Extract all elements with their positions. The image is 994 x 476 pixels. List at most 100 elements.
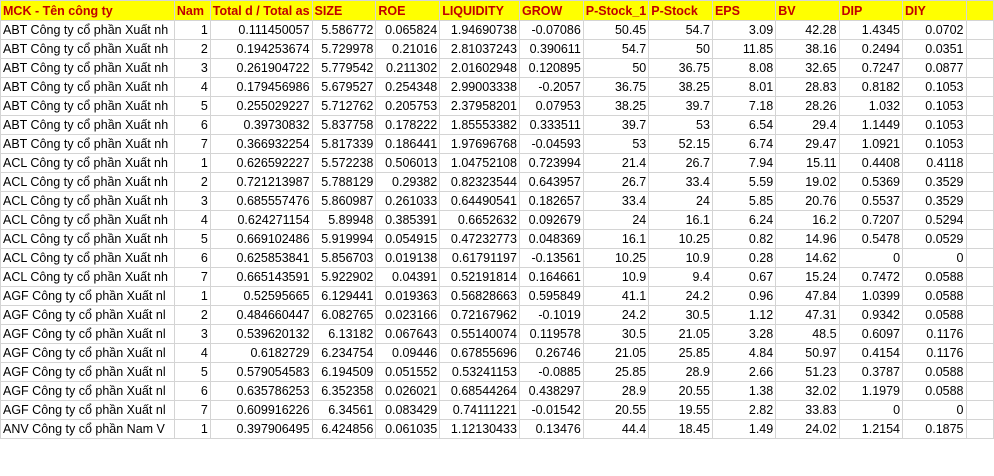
cell-total-debt-ratio[interactable]: 0.635786253 bbox=[209, 381, 313, 401]
column-header-extra[interactable] bbox=[965, 0, 994, 21]
cell-liquidity[interactable]: 0.55140074 bbox=[439, 324, 520, 344]
cell-grow[interactable]: 0.26746 bbox=[518, 343, 584, 363]
cell-nam[interactable]: 5 bbox=[173, 96, 211, 116]
cell-total-debt-ratio[interactable]: 0.625853841 bbox=[209, 248, 313, 268]
cell-eps[interactable]: 2.82 bbox=[711, 400, 777, 420]
cell-nam[interactable]: 3 bbox=[173, 324, 211, 344]
cell-eps[interactable]: 4.84 bbox=[711, 343, 777, 363]
cell-mck-company[interactable]: AGF Công ty cổ phần Xuất nl bbox=[0, 381, 175, 401]
column-header-bv[interactable]: BV bbox=[775, 0, 840, 21]
cell-dip[interactable]: 0.6097 bbox=[838, 324, 904, 344]
cell-eps[interactable]: 0.67 bbox=[711, 267, 777, 287]
cell-size[interactable]: 5.679527 bbox=[311, 77, 377, 97]
cell-grow[interactable]: 0.333511 bbox=[518, 115, 584, 135]
cell-extra[interactable] bbox=[965, 39, 994, 59]
cell-extra[interactable] bbox=[965, 343, 994, 363]
cell-nam[interactable]: 7 bbox=[173, 267, 211, 287]
cell-nam[interactable]: 4 bbox=[173, 343, 211, 363]
cell-grow[interactable]: -0.2057 bbox=[518, 77, 584, 97]
cell-p-stock-1[interactable]: 26.7 bbox=[582, 172, 650, 192]
cell-dip[interactable]: 1.2154 bbox=[838, 419, 904, 439]
cell-total-debt-ratio[interactable]: 0.669102486 bbox=[209, 229, 313, 249]
cell-p-stock[interactable]: 50 bbox=[648, 39, 713, 59]
cell-mck-company[interactable]: AGF Công ty cổ phần Xuất nl bbox=[0, 400, 175, 420]
cell-p-stock-1[interactable]: 50.45 bbox=[582, 20, 650, 40]
cell-grow[interactable]: -0.13561 bbox=[518, 248, 584, 268]
cell-p-stock-1[interactable]: 10.9 bbox=[582, 267, 650, 287]
cell-nam[interactable]: 4 bbox=[173, 77, 211, 97]
cell-total-debt-ratio[interactable]: 0.255029227 bbox=[209, 96, 313, 116]
cell-roe[interactable]: 0.019138 bbox=[375, 248, 441, 268]
cell-p-stock[interactable]: 28.9 bbox=[648, 362, 713, 382]
cell-dip[interactable]: 0.3787 bbox=[838, 362, 904, 382]
cell-liquidity[interactable]: 2.01602948 bbox=[439, 58, 520, 78]
cell-dip[interactable]: 0.9342 bbox=[838, 305, 904, 325]
cell-grow[interactable]: 0.119578 bbox=[518, 324, 584, 344]
cell-liquidity[interactable]: 0.82323544 bbox=[439, 172, 520, 192]
cell-liquidity[interactable]: 2.99003338 bbox=[439, 77, 520, 97]
cell-total-debt-ratio[interactable]: 0.579054583 bbox=[209, 362, 313, 382]
cell-extra[interactable] bbox=[965, 229, 994, 249]
cell-bv[interactable]: 14.96 bbox=[775, 229, 840, 249]
cell-extra[interactable] bbox=[965, 134, 994, 154]
cell-p-stock[interactable]: 26.7 bbox=[648, 153, 713, 173]
cell-nam[interactable]: 6 bbox=[173, 115, 211, 135]
cell-liquidity[interactable]: 0.56828663 bbox=[439, 286, 520, 306]
cell-nam[interactable]: 5 bbox=[173, 229, 211, 249]
cell-eps[interactable]: 6.24 bbox=[711, 210, 777, 230]
cell-nam[interactable]: 1 bbox=[173, 286, 211, 306]
cell-eps[interactable]: 11.85 bbox=[711, 39, 777, 59]
cell-mck-company[interactable]: ABT Công ty cổ phần Xuất nh bbox=[0, 96, 175, 116]
cell-grow[interactable]: 0.07953 bbox=[518, 96, 584, 116]
cell-p-stock[interactable]: 36.75 bbox=[648, 58, 713, 78]
cell-eps[interactable]: 1.49 bbox=[711, 419, 777, 439]
column-header-mck-company[interactable]: MCK - Tên công ty bbox=[0, 0, 175, 21]
cell-total-debt-ratio[interactable]: 0.665143591 bbox=[209, 267, 313, 287]
cell-bv[interactable]: 47.84 bbox=[775, 286, 840, 306]
cell-p-stock[interactable]: 19.55 bbox=[648, 400, 713, 420]
cell-liquidity[interactable]: 2.37958201 bbox=[439, 96, 520, 116]
cell-eps[interactable]: 1.38 bbox=[711, 381, 777, 401]
cell-roe[interactable]: 0.205753 bbox=[375, 96, 441, 116]
cell-roe[interactable]: 0.065824 bbox=[375, 20, 441, 40]
cell-mck-company[interactable]: ACL Công ty cổ phần Xuất nh bbox=[0, 153, 175, 173]
cell-nam[interactable]: 3 bbox=[173, 58, 211, 78]
cell-size[interactable]: 5.712762 bbox=[311, 96, 377, 116]
cell-diy[interactable]: 0 bbox=[902, 400, 967, 420]
cell-roe[interactable]: 0.083429 bbox=[375, 400, 441, 420]
cell-eps[interactable]: 5.59 bbox=[711, 172, 777, 192]
cell-p-stock-1[interactable]: 50 bbox=[582, 58, 650, 78]
cell-nam[interactable]: 6 bbox=[173, 381, 211, 401]
cell-bv[interactable]: 48.5 bbox=[775, 324, 840, 344]
cell-nam[interactable]: 3 bbox=[173, 191, 211, 211]
cell-total-debt-ratio[interactable]: 0.609916226 bbox=[209, 400, 313, 420]
column-header-p-stock[interactable]: P-Stock bbox=[648, 0, 713, 21]
cell-roe[interactable]: 0.051552 bbox=[375, 362, 441, 382]
cell-extra[interactable] bbox=[965, 286, 994, 306]
cell-diy[interactable]: 0.1053 bbox=[902, 77, 967, 97]
cell-bv[interactable]: 20.76 bbox=[775, 191, 840, 211]
cell-bv[interactable]: 16.2 bbox=[775, 210, 840, 230]
column-header-p-stock-1[interactable]: P-Stock_1 bbox=[582, 0, 650, 21]
cell-grow[interactable]: 0.182657 bbox=[518, 191, 584, 211]
cell-roe[interactable]: 0.178222 bbox=[375, 115, 441, 135]
cell-dip[interactable]: 0.5478 bbox=[838, 229, 904, 249]
cell-size[interactable]: 5.779542 bbox=[311, 58, 377, 78]
cell-grow[interactable]: 0.048369 bbox=[518, 229, 584, 249]
column-header-roe[interactable]: ROE bbox=[375, 0, 441, 21]
cell-p-stock[interactable]: 39.7 bbox=[648, 96, 713, 116]
cell-p-stock-1[interactable]: 25.85 bbox=[582, 362, 650, 382]
cell-diy[interactable]: 0 bbox=[902, 248, 967, 268]
cell-dip[interactable]: 0.7472 bbox=[838, 267, 904, 287]
cell-dip[interactable]: 1.1979 bbox=[838, 381, 904, 401]
cell-diy[interactable]: 0.3529 bbox=[902, 191, 967, 211]
cell-grow[interactable]: 0.164661 bbox=[518, 267, 584, 287]
cell-mck-company[interactable]: ACL Công ty cổ phần Xuất nh bbox=[0, 267, 175, 287]
cell-eps[interactable]: 0.28 bbox=[711, 248, 777, 268]
cell-total-debt-ratio[interactable]: 0.539620132 bbox=[209, 324, 313, 344]
cell-extra[interactable] bbox=[965, 248, 994, 268]
cell-diy[interactable]: 0.5294 bbox=[902, 210, 967, 230]
cell-diy[interactable]: 0.1875 bbox=[902, 419, 967, 439]
cell-extra[interactable] bbox=[965, 153, 994, 173]
cell-p-stock-1[interactable]: 20.55 bbox=[582, 400, 650, 420]
